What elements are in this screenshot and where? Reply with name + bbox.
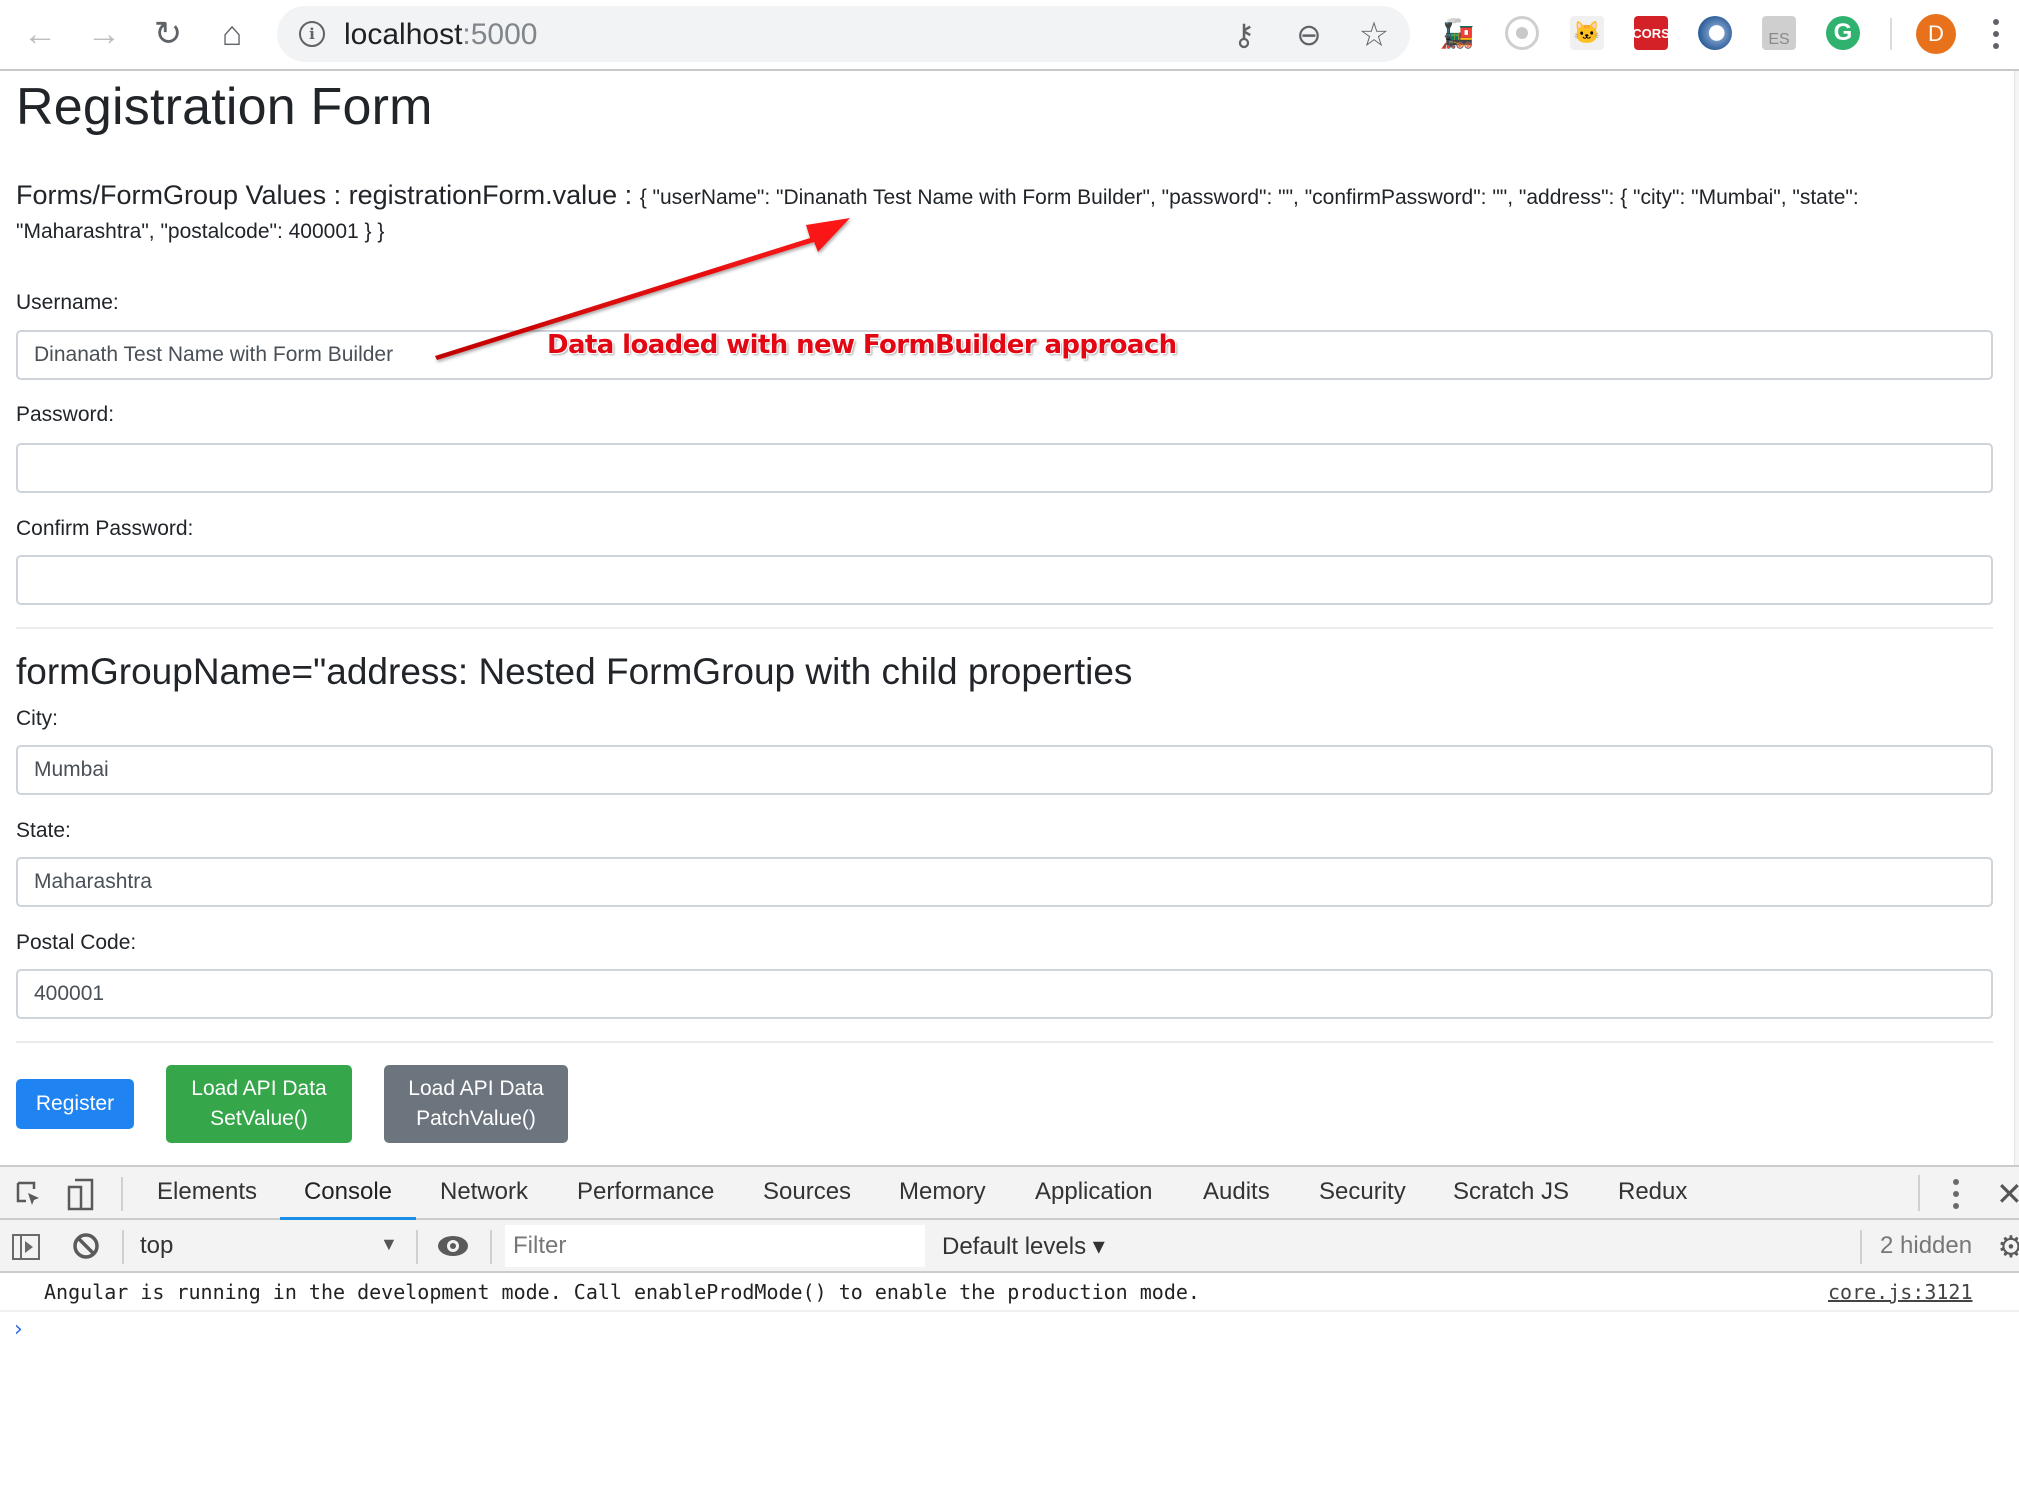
devtools-tab-elements[interactable]: Elements	[154, 1167, 260, 1220]
url-host: localhost	[344, 18, 463, 51]
console-toolbar: top ▼ Default levels ▾ 2 hidden ⚙	[0, 1220, 2019, 1273]
devtools-tab-network[interactable]: Network	[437, 1167, 531, 1220]
address-bar[interactable]: i localhost:5000 ⚷ ⊖ ☆	[277, 6, 1410, 62]
es-extension-icon[interactable]: ES	[1762, 16, 1796, 50]
json-viewer-extension-icon[interactable]	[1698, 16, 1732, 50]
buttons-divider	[16, 1041, 1993, 1043]
devtools-separator	[122, 1230, 124, 1264]
console-prompt-chevron-icon[interactable]: ›	[14, 1317, 23, 1342]
console-message-text: Angular is running in the development mo…	[44, 1280, 1200, 1304]
section-divider	[16, 627, 1993, 629]
log-levels-dropdown[interactable]: Default levels ▾	[942, 1232, 1105, 1261]
context-dropdown-caret-icon[interactable]: ▼	[380, 1234, 398, 1255]
train-extension-icon[interactable]: 🚂	[1440, 16, 1475, 50]
console-message-source-link[interactable]: core.js:3121	[1828, 1280, 1973, 1304]
device-toolbar-icon[interactable]	[66, 1177, 96, 1211]
console-filter-input[interactable]	[505, 1225, 925, 1267]
chrome-menu-icon[interactable]	[1986, 14, 2006, 54]
devtools-tab-scratch-js[interactable]: Scratch JS	[1450, 1167, 1572, 1220]
register-button[interactable]: Register	[16, 1079, 134, 1129]
devtools-separator	[1860, 1230, 1862, 1264]
setvalue-line2: SetValue()	[210, 1107, 308, 1130]
devtools-tab-memory[interactable]: Memory	[896, 1167, 989, 1220]
target-extension-icon[interactable]	[1505, 16, 1539, 50]
patchvalue-line2: PatchValue()	[416, 1107, 536, 1130]
devtools-separator	[490, 1230, 492, 1264]
site-info-icon[interactable]: i	[299, 21, 325, 47]
password-key-icon[interactable]: ⚷	[1227, 18, 1261, 52]
confirm-password-input[interactable]	[16, 555, 1993, 605]
devtools-tab-application[interactable]: Application	[1032, 1167, 1155, 1220]
url-port: :5000	[462, 18, 538, 51]
grammarly-extension-icon[interactable]: G	[1826, 16, 1860, 50]
setvalue-line1: Load API Data	[191, 1077, 327, 1100]
console-settings-gear-icon[interactable]: ⚙	[1996, 1230, 2019, 1264]
page-title: Registration Form	[16, 78, 433, 136]
profile-avatar[interactable]: D	[1916, 14, 1956, 54]
zoom-out-icon[interactable]: ⊖	[1292, 18, 1326, 52]
page-scrollbar[interactable]	[2014, 71, 2019, 1165]
address-section-heading: formGroupName="address: Nested FormGroup…	[16, 651, 1133, 692]
devtools-tab-security[interactable]: Security	[1316, 1167, 1409, 1220]
confirm-password-label: Confirm Password:	[16, 517, 194, 540]
annotation-label: Data loaded with new FormBuilder approac…	[547, 330, 1177, 360]
console-message: Angular is running in the development mo…	[0, 1273, 2019, 1312]
devtools-tab-audits[interactable]: Audits	[1200, 1167, 1273, 1220]
city-input[interactable]	[16, 745, 1993, 795]
reload-icon[interactable]: ↻	[148, 14, 188, 54]
home-icon[interactable]: ⌂	[212, 14, 252, 54]
city-label: City:	[16, 707, 58, 730]
password-input[interactable]	[16, 443, 1993, 493]
devtools-tab-performance[interactable]: Performance	[574, 1167, 717, 1220]
devtools-tab-console[interactable]: Console	[280, 1167, 416, 1220]
url-text[interactable]: localhost:5000	[344, 18, 537, 52]
form-values-display: Forms/FormGroup Values : registrationFor…	[16, 179, 1976, 250]
state-input[interactable]	[16, 857, 1993, 907]
back-arrow-icon[interactable]: ←	[20, 14, 60, 54]
devtools-more-icon[interactable]	[1948, 1177, 1964, 1211]
postal-code-label: Postal Code:	[16, 931, 137, 954]
inspect-element-icon[interactable]	[14, 1179, 44, 1209]
context-selector[interactable]: top	[140, 1232, 400, 1260]
forward-arrow-icon[interactable]: →	[84, 14, 124, 54]
devtools-tab-sources[interactable]: Sources	[760, 1167, 854, 1220]
devtools-separator	[1918, 1175, 1920, 1211]
devtools-tab-bar: Elements Console Network Performance Sou…	[0, 1167, 2019, 1220]
devtools-separator	[121, 1177, 123, 1211]
console-sidebar-icon[interactable]	[12, 1234, 40, 1260]
devtools-panel: Elements Console Network Performance Sou…	[0, 1165, 2019, 1487]
load-api-setvalue-button[interactable]: Load API Data SetValue()	[166, 1065, 352, 1143]
octocat-extension-icon[interactable]: 🐱	[1570, 16, 1604, 50]
cors-extension-icon[interactable]: CORS	[1632, 16, 1670, 50]
toolbar-divider	[1890, 18, 1892, 50]
state-label: State:	[16, 819, 71, 842]
username-label: Username:	[16, 291, 119, 314]
load-api-patchvalue-button[interactable]: Load API Data PatchValue()	[384, 1065, 568, 1143]
devtools-tab-redux[interactable]: Redux	[1615, 1167, 1690, 1220]
browser-toolbar: ← → ↻ ⌂ i localhost:5000 ⚷ ⊖ ☆ 🚂 🐱 CORS …	[0, 0, 2019, 71]
password-label: Password:	[16, 403, 115, 426]
devtools-close-icon[interactable]: ✕	[1996, 1175, 2019, 1213]
patchvalue-line1: Load API Data	[408, 1077, 544, 1100]
page-content: Registration Form Forms/FormGroup Values…	[0, 71, 2014, 1165]
hidden-messages-count: 2 hidden	[1880, 1232, 1973, 1259]
bookmark-star-icon[interactable]: ☆	[1357, 16, 1391, 54]
clear-console-icon[interactable]	[72, 1232, 100, 1260]
devtools-separator	[416, 1230, 418, 1264]
postal-code-input[interactable]	[16, 969, 1993, 1019]
form-values-label: Forms/FormGroup Values : registrationFor…	[16, 180, 640, 210]
live-expression-eye-icon[interactable]	[436, 1232, 470, 1260]
